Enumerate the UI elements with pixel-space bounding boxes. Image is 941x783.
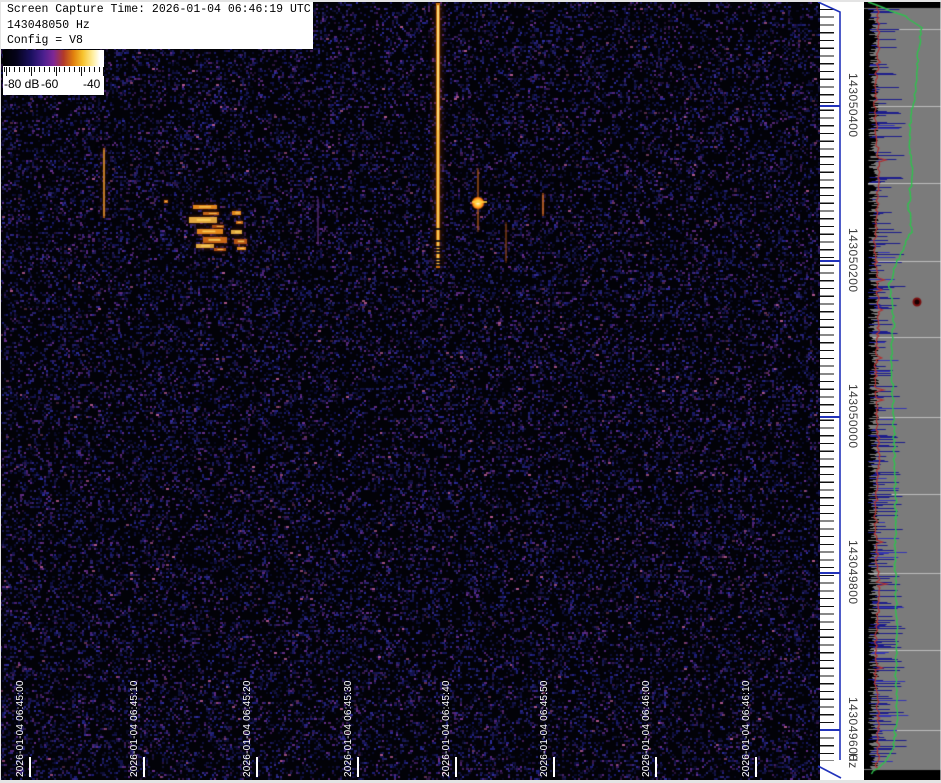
legend-label-40db: -40 xyxy=(83,77,101,91)
time-tick xyxy=(256,757,258,777)
spectrogram-waterfall xyxy=(0,0,820,783)
legend-major-tick xyxy=(56,67,57,76)
freq-label: 143049800 xyxy=(846,540,860,605)
time-label: 2026-01-04 06:45:30 xyxy=(343,680,354,777)
freq-major-tick xyxy=(820,260,840,262)
time-tick xyxy=(655,757,657,777)
time-tick xyxy=(455,757,457,777)
time-label: 2026-01-04 06:46:00 xyxy=(641,680,652,777)
legend-tick-marks xyxy=(4,67,104,76)
freq-major-tick xyxy=(820,105,840,107)
legend-major-tick xyxy=(6,67,7,76)
legend-minor-ticks xyxy=(4,67,104,72)
config-line: Config = V8 xyxy=(7,34,83,47)
info-box: Screen Capture Time: 2026-01-04 06:46:19… xyxy=(0,0,313,49)
color-gradient-bar xyxy=(3,50,104,66)
legend-label-80db: -80 dB xyxy=(4,77,40,91)
spectrum-panel xyxy=(864,0,941,783)
freq-major-tick xyxy=(820,416,840,418)
spectrogram-app-window: 2026-01-04 06:45:00 2026-01-04 06:45:10 20… xyxy=(0,0,941,783)
freq-label: 143050000 xyxy=(846,384,860,449)
freq-major-tick xyxy=(820,729,840,731)
time-label: 2026-01-04 06:45:50 xyxy=(539,680,550,777)
time-tick xyxy=(29,757,31,777)
time-tick xyxy=(357,757,359,777)
hz-unit-label: Hz xyxy=(846,753,860,769)
legend-major-tick xyxy=(81,67,82,76)
capture-time-line: Screen Capture Time: 2026-01-04 06:46:19… xyxy=(7,3,311,16)
time-label: 2026-01-04 06:46:10 xyxy=(741,680,752,777)
legend-major-tick xyxy=(103,67,104,76)
frequency-axis: 143050400 143050200 143050000 143049800 1430… xyxy=(817,0,864,783)
legend-major-tick xyxy=(31,67,32,76)
time-tick xyxy=(755,757,757,777)
time-label: 2026-01-04 06:45:20 xyxy=(242,680,253,777)
legend-label-60db: -60 xyxy=(41,77,59,91)
time-label: 2026-01-04 06:45:00 xyxy=(15,680,26,777)
freq-label: 143049600 xyxy=(846,697,860,762)
time-tick xyxy=(143,757,145,777)
freq-label: 143050400 xyxy=(846,73,860,138)
freq-major-tick xyxy=(820,572,840,574)
time-tick xyxy=(553,757,555,777)
time-label: 2026-01-04 06:45:10 xyxy=(129,680,140,777)
freq-label: 143050200 xyxy=(846,228,860,293)
frequency-line: 143048050 Hz xyxy=(7,18,90,32)
color-scale-legend: -80 dB -60 -40 xyxy=(3,50,104,95)
time-label: 2026-01-04 06:45:40 xyxy=(441,680,452,777)
